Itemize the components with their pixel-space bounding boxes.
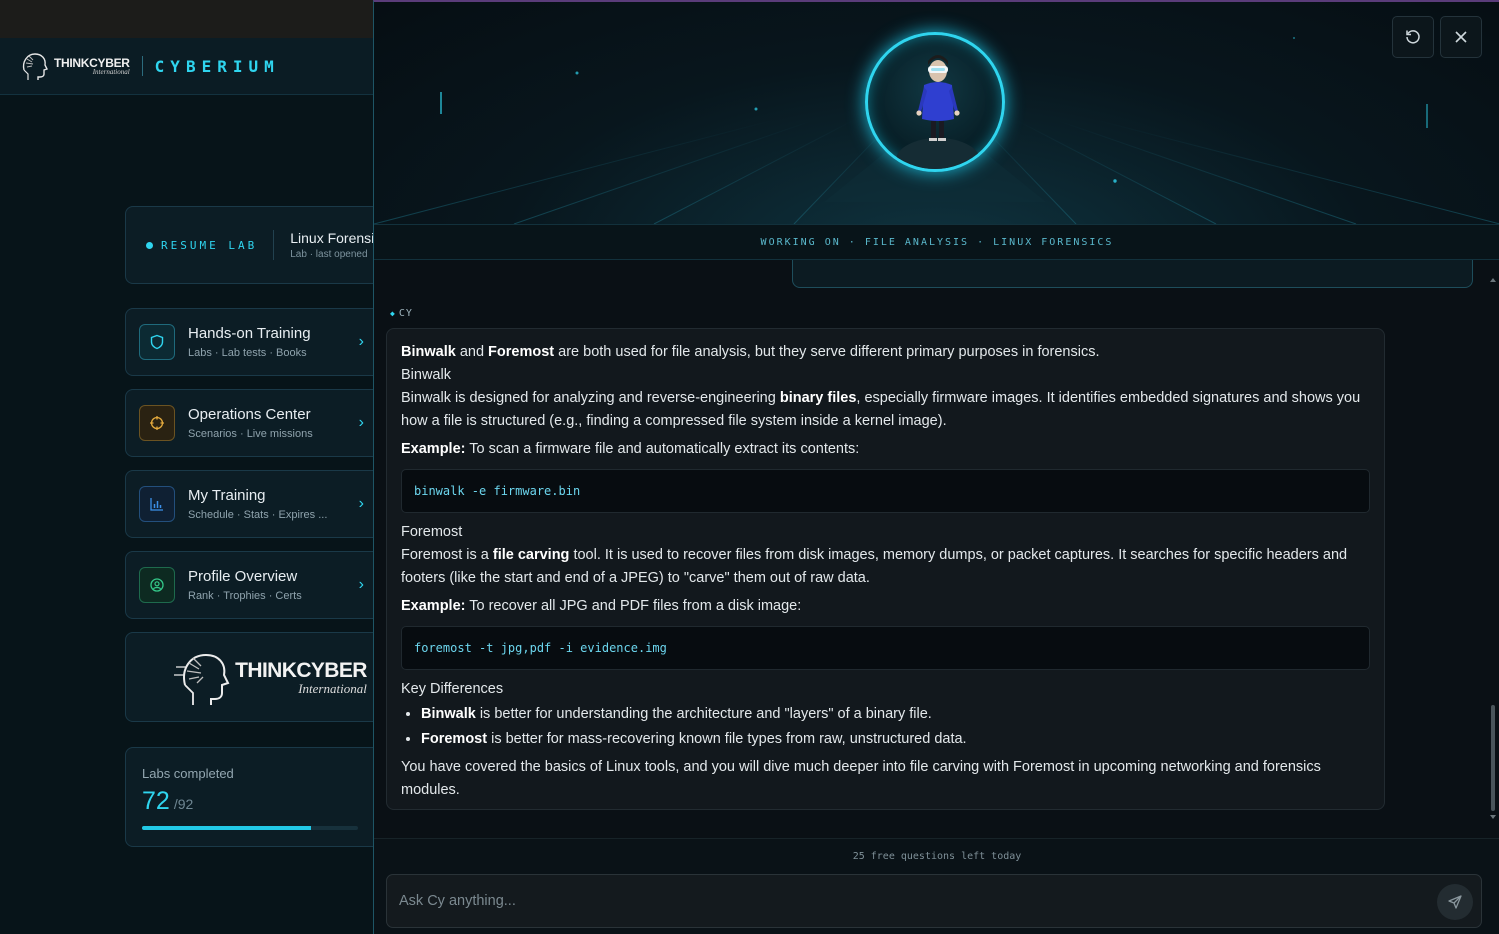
menu-title: Profile Overview bbox=[188, 568, 298, 585]
chevron-right-icon: › bbox=[358, 495, 364, 512]
thinkcyber-logo[interactable]: THINKCYBER International bbox=[18, 50, 130, 82]
menu-item-my-training[interactable]: My Training Schedule · Stats · Expires .… bbox=[125, 470, 373, 538]
message-list[interactable]: ◆ CY Binwalk and Foremost are both used f… bbox=[374, 260, 1499, 838]
crosshair-icon bbox=[139, 405, 175, 441]
bold-text: binary files bbox=[779, 390, 857, 406]
status-dot-icon bbox=[146, 241, 153, 249]
background-dashboard: THINKCYBER International CYBERIUM RESUME… bbox=[0, 0, 373, 934]
menu-item-hands-on-training[interactable]: Hands-on Training Labs · Lab tests · Boo… bbox=[125, 308, 373, 376]
labs-total-count: /92 bbox=[173, 796, 194, 812]
text: are both used for file analysis, but the… bbox=[554, 344, 1100, 360]
send-icon bbox=[1448, 895, 1462, 909]
close-panel-button[interactable] bbox=[1440, 16, 1482, 58]
brand-divider bbox=[141, 56, 143, 76]
message-paragraph: Example: To scan a firmware file and aut… bbox=[401, 438, 1370, 461]
brand-name: THINKCYBER bbox=[54, 55, 130, 70]
menu-subtitle: Rank · Trophies · Certs bbox=[188, 590, 302, 602]
bold-text: Example: bbox=[401, 441, 466, 457]
shield-icon bbox=[139, 324, 175, 360]
chat-input[interactable] bbox=[387, 875, 1427, 927]
product-name: CYBERIUM bbox=[154, 56, 280, 76]
scroll-up-icon[interactable] bbox=[1490, 278, 1496, 282]
chevron-right-icon: › bbox=[358, 333, 364, 350]
message-paragraph: Binwalk is designed for analyzing and re… bbox=[401, 387, 1370, 433]
free-questions-counter: 25 free questions left today bbox=[374, 838, 1499, 874]
user-circle-icon bbox=[139, 567, 175, 603]
bold-text: Foremost bbox=[488, 344, 555, 360]
message-paragraph: Binwalk and Foremost are both used for f… bbox=[401, 341, 1370, 364]
resume-lab-label: RESUME LAB bbox=[161, 238, 258, 252]
browser-top-strip bbox=[0, 0, 373, 38]
send-button[interactable] bbox=[1437, 884, 1473, 920]
text: is better for mass-recovering known file… bbox=[487, 731, 967, 747]
brand-subtitle: International bbox=[298, 680, 367, 696]
message-sender: ◆ CY bbox=[390, 308, 413, 319]
menu-item-operations-center[interactable]: Operations Center Scenarios · Live missi… bbox=[125, 389, 373, 457]
diamond-icon: ◆ bbox=[390, 309, 396, 318]
text: To scan a firmware file and automaticall… bbox=[465, 441, 860, 457]
menu-title: Operations Center bbox=[188, 406, 311, 423]
chat-input-container bbox=[386, 874, 1482, 928]
menu-title: Hands-on Training bbox=[188, 325, 311, 342]
thinkcyber-big-logo: THINKCYBER International bbox=[173, 647, 367, 707]
previous-user-message bbox=[792, 260, 1473, 288]
bold-text: Binwalk bbox=[421, 706, 476, 722]
bold-text: Example: bbox=[401, 598, 466, 614]
message-paragraph: You have covered the basics of Linux too… bbox=[401, 759, 1321, 798]
section-heading: Binwalk bbox=[401, 367, 451, 383]
differences-list: Binwalk is better for understanding the … bbox=[421, 703, 1370, 751]
chevron-right-icon: › bbox=[358, 414, 364, 431]
labs-progress-bar bbox=[142, 826, 358, 830]
resume-lab-card[interactable]: RESUME LAB Linux Forensi Lab · last open… bbox=[125, 206, 373, 284]
sender-name: CY bbox=[398, 308, 413, 319]
cy-avatar bbox=[865, 32, 1005, 172]
cyber-head-icon bbox=[174, 653, 230, 705]
labs-completed-card: Labs completed 72 /92 bbox=[125, 747, 373, 847]
resume-divider bbox=[273, 230, 275, 260]
labs-completed-label: Labs completed bbox=[142, 766, 234, 781]
cyber-head-icon bbox=[22, 53, 48, 80]
refresh-icon bbox=[1406, 30, 1420, 44]
text: and bbox=[455, 344, 489, 360]
assistant-message: Binwalk and Foremost are both used for f… bbox=[386, 328, 1385, 810]
bold-text: Binwalk bbox=[401, 344, 456, 360]
text: Binwalk is designed for analyzing and re… bbox=[401, 390, 780, 406]
brand-bar: THINKCYBER International CYBERIUM bbox=[0, 38, 373, 95]
close-icon bbox=[1455, 31, 1467, 43]
labs-completed-count: 72 bbox=[142, 787, 170, 815]
labs-progress-fill bbox=[142, 826, 312, 830]
brand-name: THINKCYBER bbox=[235, 658, 367, 682]
resume-lab-subtitle: Lab · last opened bbox=[290, 249, 368, 260]
code-block[interactable]: binwalk -e firmware.bin bbox=[401, 469, 1370, 513]
menu-item-profile-overview[interactable]: Profile Overview Rank · Trophies · Certs… bbox=[125, 551, 373, 619]
cy-assistant-panel: WORKING ON · FILE ANALYSIS · LINUX FOREN… bbox=[373, 0, 1499, 934]
chevron-right-icon: › bbox=[358, 576, 364, 593]
bar-chart-icon bbox=[139, 486, 175, 522]
chat-header bbox=[374, 2, 1499, 224]
robot-avatar-icon bbox=[896, 55, 980, 169]
scrollbar-thumb[interactable] bbox=[1491, 705, 1495, 811]
thinkcyber-logo-card: THINKCYBER International bbox=[125, 632, 373, 722]
list-item: Binwalk is better for understanding the … bbox=[421, 703, 1370, 726]
menu-subtitle: Labs · Lab tests · Books bbox=[188, 347, 307, 359]
scroll-down-icon[interactable] bbox=[1490, 815, 1496, 819]
working-on-status: WORKING ON · FILE ANALYSIS · LINUX FOREN… bbox=[374, 224, 1499, 260]
brand-subtitle: International bbox=[92, 67, 130, 76]
section-heading: Foremost bbox=[401, 524, 463, 540]
bold-text: file carving bbox=[492, 547, 570, 563]
section-heading: Key Differences bbox=[401, 681, 504, 697]
menu-subtitle: Scenarios · Live missions bbox=[188, 428, 313, 440]
code-block[interactable]: foremost -t jpg,pdf -i evidence.img bbox=[401, 626, 1370, 670]
text: To recover all JPG and PDF files from a … bbox=[465, 598, 802, 614]
message-paragraph: Example: To recover all JPG and PDF file… bbox=[401, 595, 1370, 618]
text: Foremost is a bbox=[401, 547, 493, 563]
menu-subtitle: Schedule · Stats · Expires ... bbox=[188, 509, 328, 521]
bold-text: Foremost bbox=[421, 731, 488, 747]
message-paragraph: Foremost is a file carving tool. It is u… bbox=[401, 544, 1370, 590]
text: is better for understanding the architec… bbox=[475, 706, 932, 722]
list-item: Foremost is better for mass-recovering k… bbox=[421, 728, 1370, 751]
resume-lab-title: Linux Forensi bbox=[290, 230, 373, 246]
menu-title: My Training bbox=[188, 487, 266, 504]
reset-conversation-button[interactable] bbox=[1392, 16, 1434, 58]
